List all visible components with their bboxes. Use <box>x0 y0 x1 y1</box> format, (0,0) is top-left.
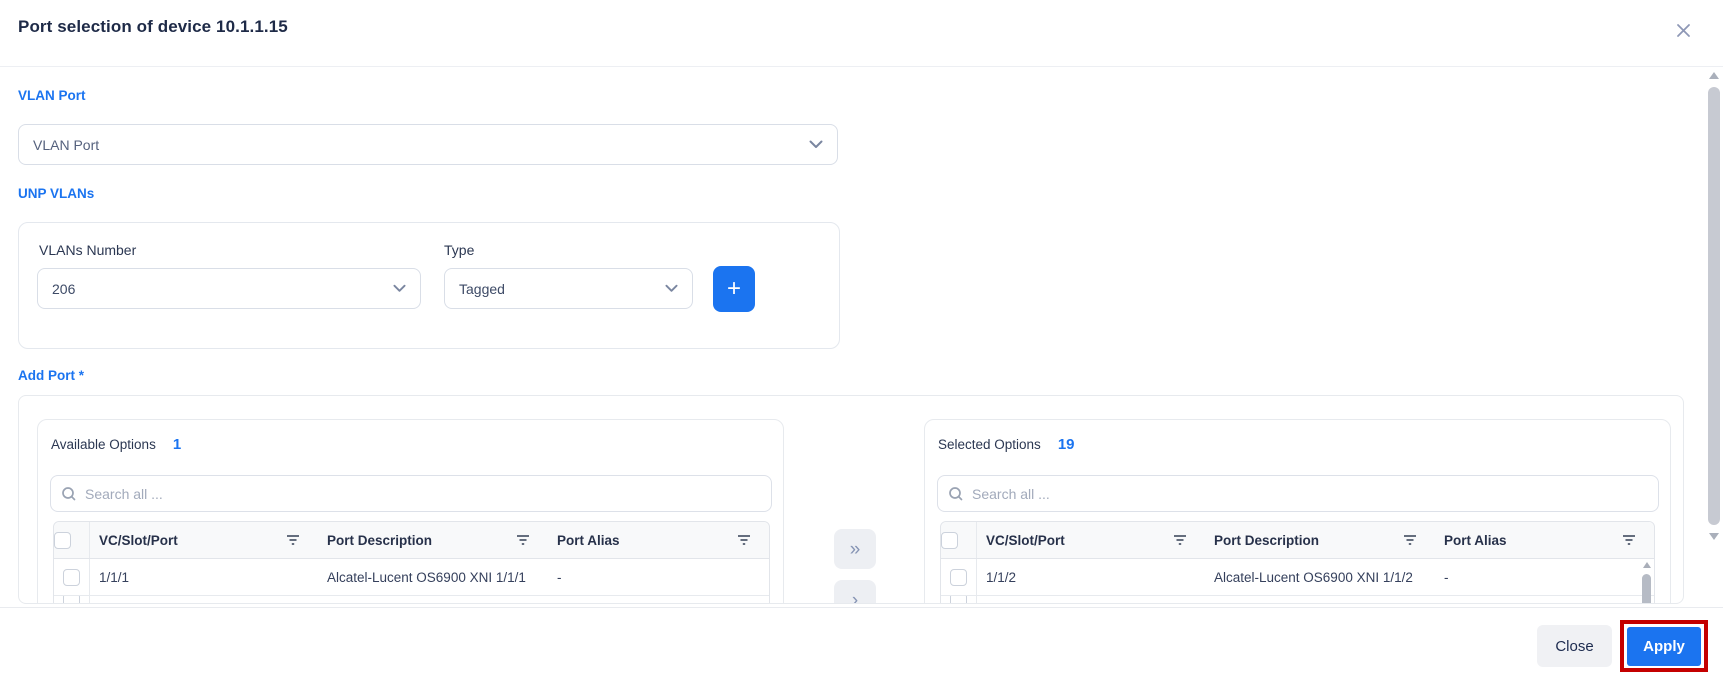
chevron-down-icon <box>665 284 678 293</box>
selected-options-count: 19 <box>1058 436 1075 453</box>
table-row[interactable]: 1/1/2 Alcatel-Lucent OS6900 XNI 1/1/2 - <box>941 559 1654 596</box>
vc-slot-port-cell: 1/1/2 <box>977 559 1205 595</box>
chevron-down-icon <box>393 284 406 293</box>
filter-icon[interactable] <box>286 534 300 546</box>
port-alias-cell: - <box>548 559 769 595</box>
available-options-panel: Available Options 1 VC/Slot/Port <box>37 419 784 604</box>
column-header: VC/Slot/Port <box>99 533 178 548</box>
filter-icon[interactable] <box>1173 534 1187 546</box>
move-selected-right-button[interactable]: › <box>834 580 876 604</box>
table-scrollbar[interactable] <box>1642 562 1651 604</box>
apply-button[interactable]: Apply <box>1627 627 1701 666</box>
available-table-header: VC/Slot/Port Port Description Port Alias <box>54 522 769 559</box>
type-select[interactable]: Tagged <box>444 268 693 309</box>
scrollbar-thumb[interactable] <box>1642 574 1651 604</box>
page-title: Port selection of device 10.1.1.15 <box>18 17 288 37</box>
column-header: Port Description <box>327 533 432 548</box>
column-header: Port Alias <box>557 533 620 548</box>
row-checkbox[interactable] <box>63 596 80 604</box>
port-description-cell: Alcatel-Lucent OS6900 XNI 1/1/2 <box>1205 559 1435 595</box>
available-options-title: Available Options <box>51 437 156 452</box>
vlan-port-select-value: VLAN Port <box>33 137 99 153</box>
vlan-port-label: VLAN Port <box>18 88 86 103</box>
available-search-input[interactable] <box>85 486 761 502</box>
add-port-container: Available Options 1 VC/Slot/Port <box>18 395 1684 604</box>
select-all-checkbox[interactable] <box>941 532 958 549</box>
vlans-number-value: 206 <box>52 281 75 297</box>
selected-options-header: Selected Options 19 <box>938 436 1075 453</box>
chevron-down-icon <box>809 140 823 149</box>
available-search-box <box>50 475 772 512</box>
selected-table-header: VC/Slot/Port Port Description Port Alias <box>941 522 1654 559</box>
scroll-down-arrow-icon[interactable] <box>1709 533 1719 540</box>
port-selection-modal: Port selection of device 10.1.1.15 VLAN … <box>0 0 1723 686</box>
scrollbar-thumb[interactable] <box>1708 87 1720 525</box>
row-checkbox[interactable] <box>950 569 967 586</box>
port-alias-cell: - <box>1435 559 1654 595</box>
table-row[interactable]: 1/1/1 Alcatel-Lucent OS6900 XNI 1/1/1 - <box>54 559 769 596</box>
scroll-up-arrow-icon[interactable] <box>1643 562 1651 568</box>
selected-search-box <box>937 475 1659 512</box>
vlans-number-label: VLANs Number <box>39 242 136 258</box>
available-options-count: 1 <box>173 436 181 453</box>
double-chevron-right-icon: » <box>850 540 861 559</box>
unp-vlans-card: VLANs Number 206 Type Tagged + <box>18 222 840 349</box>
port-description-cell: Alcatel-Lucent OS6900 XNI 1/1/1 <box>318 559 548 595</box>
close-icon[interactable] <box>1672 19 1694 41</box>
add-vlan-button[interactable]: + <box>713 266 755 312</box>
type-label: Type <box>444 242 474 258</box>
search-icon <box>61 486 77 502</box>
search-icon <box>948 486 964 502</box>
type-value: Tagged <box>459 281 505 297</box>
close-button[interactable]: Close <box>1537 625 1612 667</box>
add-port-label: Add Port * <box>18 368 84 383</box>
scroll-up-arrow-icon[interactable] <box>1709 72 1719 79</box>
vlans-number-select[interactable]: 206 <box>37 268 421 309</box>
filter-icon[interactable] <box>516 534 530 546</box>
filter-icon[interactable] <box>1622 534 1636 546</box>
row-checkbox[interactable] <box>63 569 80 586</box>
column-header: Port Description <box>1214 533 1319 548</box>
available-table: VC/Slot/Port Port Description Port Alias <box>53 521 770 604</box>
selected-search-input[interactable] <box>972 486 1648 502</box>
row-checkbox[interactable] <box>950 596 967 604</box>
move-all-right-button[interactable]: » <box>834 529 876 569</box>
filter-icon[interactable] <box>737 534 751 546</box>
footer-divider <box>0 607 1723 608</box>
column-header: Port Alias <box>1444 533 1507 548</box>
select-all-checkbox[interactable] <box>54 532 71 549</box>
chevron-right-icon: › <box>852 591 858 605</box>
available-options-header: Available Options 1 <box>51 436 181 453</box>
vlan-port-select[interactable]: VLAN Port <box>18 124 838 165</box>
unp-vlans-label: UNP VLANs <box>18 186 94 201</box>
filter-icon[interactable] <box>1403 534 1417 546</box>
header-divider <box>0 66 1723 67</box>
plus-icon: + <box>727 277 741 301</box>
vc-slot-port-cell: 1/1/1 <box>90 559 318 595</box>
selected-options-panel: Selected Options 19 VC/Slot/Port <box>924 419 1671 604</box>
column-header: VC/Slot/Port <box>986 533 1065 548</box>
main-scrollbar[interactable] <box>1706 70 1722 604</box>
table-row[interactable] <box>54 596 769 604</box>
selected-options-title: Selected Options <box>938 437 1041 452</box>
table-row[interactable] <box>941 596 1654 604</box>
selected-table: VC/Slot/Port Port Description Port Alias <box>940 521 1655 604</box>
